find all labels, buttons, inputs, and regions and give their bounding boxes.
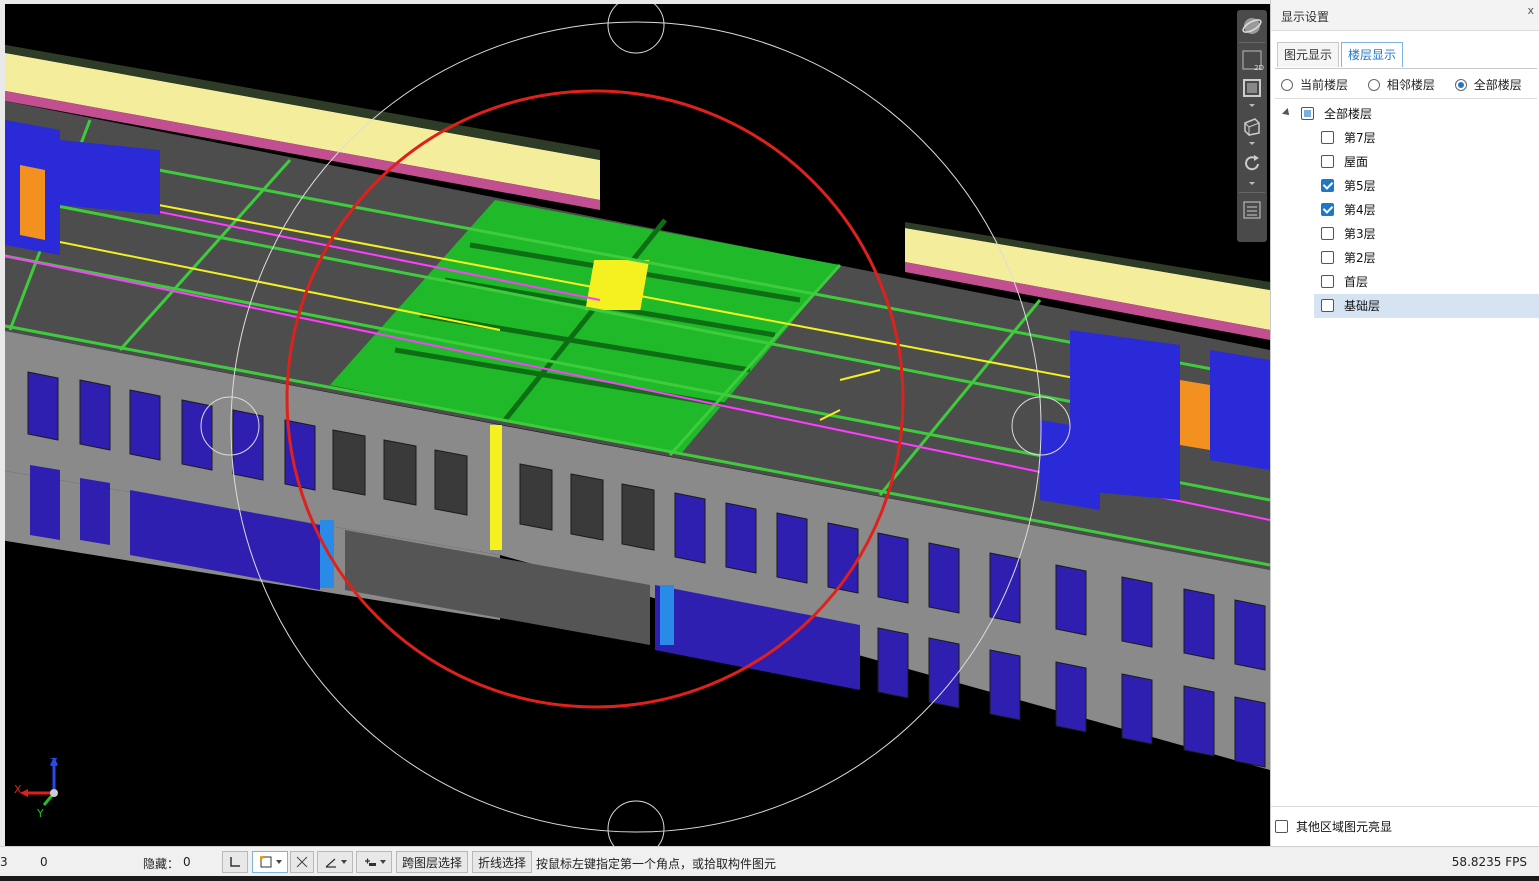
tree-item-label: 第4层 [1344, 203, 1376, 217]
command-hint: 按鼠标左键指定第一个角点，或拾取构件图元 [536, 857, 777, 871]
floor-scope-group: 当前楼层 相邻楼层 全部楼层 [1281, 76, 1539, 94]
tree-item-floor-4[interactable]: 第4层 [1271, 198, 1539, 222]
viewport-top-border [0, 0, 1270, 4]
panel-header: 显示设置 x [1271, 0, 1539, 31]
floor-tree: 全部楼层 第7层 屋面 第5层 第4层 第3层 第2层 首层 基础层 [1271, 102, 1539, 318]
radio-all-floors[interactable]: 全部楼层 [1454, 76, 1522, 93]
status-value-b: 0 [40, 855, 48, 869]
checkbox[interactable] [1321, 155, 1334, 168]
building-model-render[interactable] [0, 0, 1270, 846]
highlight-other-areas-label: 其他区域图元亮显 [1296, 820, 1393, 834]
cross-floor-select-button[interactable]: 跨图层选择 [396, 851, 468, 873]
2d-badge: 2D [1254, 64, 1264, 72]
hidden-count: 0 [183, 855, 191, 869]
radio-dot[interactable] [1367, 78, 1380, 91]
tree-item-label: 第3层 [1344, 227, 1376, 241]
settings-icon[interactable] [1240, 198, 1264, 222]
radio-dot[interactable] [1454, 78, 1467, 91]
view-toolbar: 2D [1237, 10, 1267, 242]
fps-counter: 58.8235 FPS [1451, 855, 1527, 869]
tree-item-label: 基础层 [1344, 299, 1381, 313]
polyline-select-button[interactable]: 折线选择 [472, 851, 532, 873]
tree-item-roof[interactable]: 屋面 [1271, 150, 1539, 174]
checkbox[interactable] [1321, 299, 1334, 312]
tree-item-floor-3[interactable]: 第3层 [1271, 222, 1539, 246]
ortho-icon [230, 857, 240, 867]
tree-item-floor-5[interactable]: 第5层 [1271, 174, 1539, 198]
3d-viewport[interactable]: Z X Y 2D [0, 0, 1270, 846]
angle-icon [325, 858, 336, 868]
collapse-icon[interactable] [1282, 108, 1292, 118]
hidden-label: 隐藏： [143, 857, 180, 871]
radio-label: 相邻楼层 [1386, 78, 1435, 92]
2d-view-icon[interactable]: 2D [1240, 48, 1264, 72]
tree-root-all-floors[interactable]: 全部楼层 [1271, 102, 1539, 126]
checkbox[interactable] [1275, 820, 1288, 833]
tree-item-label: 第7层 [1344, 131, 1376, 145]
display-settings-panel: 显示设置 x 图元显示 楼层显示 当前楼层 相邻楼层 全部楼层 全部楼层 第7层 … [1270, 0, 1539, 846]
floor-plan-icon[interactable] [1240, 76, 1264, 100]
axis-y-label: Y [36, 807, 44, 820]
cross-icon [296, 856, 308, 868]
radio-current-floor[interactable]: 当前楼层 [1281, 76, 1348, 93]
panel-tabs: 图元显示 楼层显示 [1277, 42, 1405, 68]
radio-adjacent-floors[interactable]: 相邻楼层 [1367, 76, 1435, 93]
checkbox[interactable] [1321, 251, 1334, 264]
angle-mode-button[interactable] [317, 851, 353, 873]
axis-triad: Z X Y [14, 756, 58, 820]
checkbox[interactable] [1321, 275, 1334, 288]
tree-item-label: 屋面 [1344, 155, 1369, 169]
radio-dot[interactable] [1281, 78, 1293, 91]
snap-mode-button[interactable] [252, 851, 288, 873]
offset-icon [364, 858, 376, 866]
tree-item-label: 第5层 [1344, 179, 1376, 193]
radio-label: 全部楼层 [1473, 78, 1522, 92]
tree-item-floor-2[interactable]: 第2层 [1271, 246, 1539, 270]
radio-label: 当前楼层 [1300, 78, 1349, 92]
tree-item-foundation[interactable]: 基础层 [1314, 294, 1539, 318]
checkbox[interactable] [1301, 107, 1314, 120]
offset-mode-button[interactable] [356, 851, 392, 873]
status-bar: 3 0 隐藏： 0 跨图层选择 折线选择 按鼠标左键指定第一个角点，或拾取构件图… [0, 846, 1539, 877]
viewport-left-border [0, 0, 5, 846]
highlight-other-areas-option[interactable]: 其他区域图元亮显 [1275, 818, 1392, 835]
tree-item-label: 第2层 [1344, 251, 1376, 265]
tree-item-label: 首层 [1344, 275, 1369, 289]
tab-element-display[interactable]: 图元显示 [1277, 42, 1340, 67]
disable-snap-button[interactable] [290, 851, 314, 873]
axis-z-label: Z [50, 756, 58, 769]
checkbox[interactable] [1321, 203, 1334, 216]
checkbox[interactable] [1321, 131, 1334, 144]
3d-box-icon[interactable] [1240, 114, 1264, 138]
tree-item-ground-floor[interactable]: 首层 [1271, 270, 1539, 294]
tree-item-floor-7[interactable]: 第7层 [1271, 126, 1539, 150]
rotate-icon[interactable] [1240, 152, 1264, 176]
snap-icon [259, 856, 271, 868]
panel-title: 显示设置 [1281, 10, 1330, 24]
close-icon[interactable]: x [1527, 4, 1534, 17]
axis-x-label: X [14, 783, 22, 796]
status-value-a: 3 [0, 855, 8, 869]
ortho-mode-button[interactable] [222, 851, 248, 873]
checkbox[interactable] [1321, 227, 1334, 240]
tree-root-label: 全部楼层 [1324, 107, 1373, 121]
tab-floor-display[interactable]: 楼层显示 [1341, 42, 1404, 67]
checkbox[interactable] [1321, 179, 1334, 192]
orbit-icon[interactable] [1240, 14, 1264, 38]
